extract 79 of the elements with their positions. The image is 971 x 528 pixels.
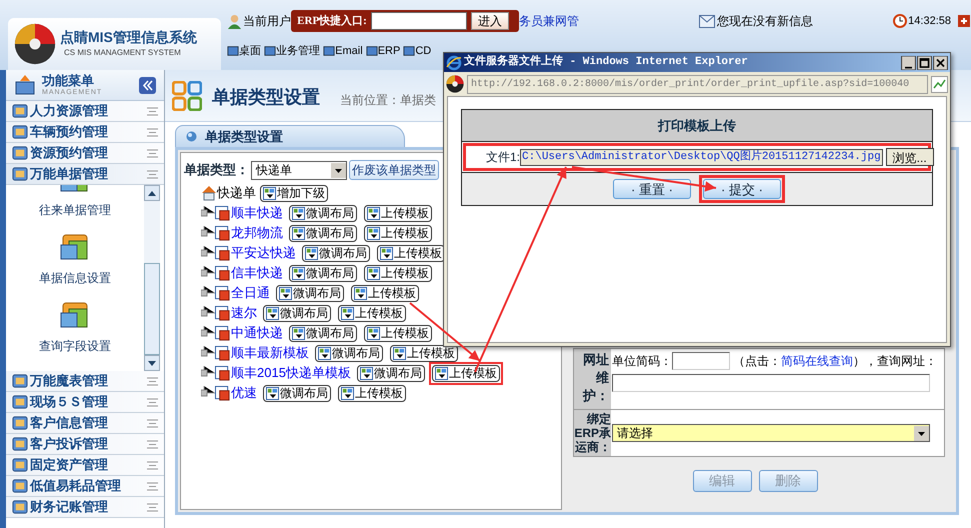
user-role-text: 务员兼网管 xyxy=(519,13,580,30)
form-label: 网址维护： xyxy=(574,349,611,409)
tree-action-button[interactable]: 上传模板 xyxy=(364,264,432,282)
tree-action-button[interactable]: 微调布局 xyxy=(302,244,370,262)
dialog-title: 文件服务器文件上传 - Windows Internet Explorer xyxy=(464,54,749,70)
tree-node-label[interactable]: 优速 xyxy=(231,383,257,403)
menu-title: 功能菜单 xyxy=(42,74,95,87)
tree-action-button[interactable]: 上传模板 xyxy=(377,244,445,262)
tree-action-button[interactable]: 微调布局 xyxy=(356,364,425,382)
menu-group-header[interactable]: 人力资源管理 xyxy=(6,101,164,122)
tree-node-label[interactable]: 平安达快递 xyxy=(231,243,296,263)
tree-node-label[interactable]: 顺丰快递 xyxy=(231,203,283,223)
message-text: 您现在没有新信息 xyxy=(717,13,814,30)
code-lookup-link[interactable]: 简码在线查询 xyxy=(781,352,853,370)
tree-action-button[interactable]: 上传模板 xyxy=(338,384,406,402)
menu-group-header[interactable]: 资源预约管理 xyxy=(6,143,164,164)
hint-text: ），查询网址： xyxy=(853,353,937,370)
nav-item[interactable]: 业务管理 xyxy=(276,42,320,60)
menu-group-header[interactable]: 财务记账管理 xyxy=(6,497,164,518)
clock-time: 14:32:58 xyxy=(908,14,951,29)
tree-action-button[interactable]: 微调布局 xyxy=(263,304,331,322)
browse-button[interactable]: 浏览... xyxy=(886,148,934,166)
tree-action-button[interactable]: 微调布局 xyxy=(289,264,357,282)
tree-node-label[interactable]: 全日通 xyxy=(231,283,270,303)
tree-node-label[interactable]: 龙邦物流 xyxy=(231,223,283,243)
void-type-button[interactable]: 作废该单据类型 xyxy=(349,160,439,180)
breadcrumb: 当前位置：单据类 xyxy=(340,92,436,109)
menu-group-header[interactable]: 万能单据管理 xyxy=(6,164,164,185)
nav-item[interactable]: Email xyxy=(335,42,363,60)
menu-group-header[interactable]: 固定资产管理 xyxy=(6,455,164,476)
menu-group-header[interactable]: 低值易耗品管理 xyxy=(6,476,164,497)
tree-node-label[interactable]: 顺丰最新模板 xyxy=(231,343,309,363)
dialog-heading: 打印模板上传 xyxy=(658,116,736,135)
dialog-button[interactable]: · 提交 · xyxy=(703,179,781,199)
tree-action-button[interactable]: 上传模板 xyxy=(364,324,432,342)
menu-group-header[interactable]: 万能魔表管理 xyxy=(6,371,164,392)
code-label: 单位简码： xyxy=(612,353,672,370)
nav-item[interactable]: ERP xyxy=(378,42,400,60)
hint-text: （点击： xyxy=(733,353,781,370)
erp-entry-label: ERP快捷入口: xyxy=(297,14,367,29)
carrier-select[interactable]: 请选择 xyxy=(612,424,930,442)
tree-node-label[interactable]: 中通快递 xyxy=(231,323,283,343)
logo-title: 点睛MIS管理信息系统 xyxy=(60,29,197,47)
tree-root-label[interactable]: 快递单 xyxy=(217,183,256,203)
logo-subtitle: CS MIS MANAGMENT SYSTEM xyxy=(63,46,182,59)
address-bar: http://192.168.0.2:8000/mis/order_print/order_print_upfile.asp?sid=100040 xyxy=(467,74,928,94)
tree-action-button[interactable]: 上传模板 xyxy=(390,344,458,362)
tree-action-button[interactable]: 微调布局 xyxy=(315,344,383,362)
enter-button[interactable]: 进入 xyxy=(470,12,509,30)
type-label: 单据类型： xyxy=(184,161,249,180)
tree-action-button[interactable]: 微调布局 xyxy=(289,204,357,222)
tree-action-button[interactable]: 微调布局 xyxy=(289,324,357,342)
tree-node-label[interactable]: 顺丰2015快递单模板 xyxy=(231,363,351,383)
tree-node-label[interactable]: 信丰快递 xyxy=(231,263,283,283)
tree-action-button[interactable]: 上传模板 xyxy=(364,224,432,242)
module-link[interactable]: 往来单据管理 xyxy=(39,201,111,219)
form-label: 绑定ERP承运商： xyxy=(574,410,611,456)
dialog-button[interactable]: · 重置 · xyxy=(613,179,691,199)
tree-action-button[interactable]: 上传模板 xyxy=(364,204,432,222)
menu-group-header[interactable]: 车辆预约管理 xyxy=(6,122,164,143)
page-title: 单据类型设置 xyxy=(212,86,320,109)
tree-action-button[interactable]: 微调布局 xyxy=(289,224,357,242)
type-select[interactable]: 快递单 xyxy=(251,160,347,180)
file-label: 文件1: xyxy=(486,149,520,166)
nav-item[interactable]: CD xyxy=(415,42,432,60)
tree-action-button[interactable]: 增加下级 xyxy=(260,184,328,202)
tree-action-button[interactable]: 上传模板 xyxy=(338,304,406,322)
menu-group-header[interactable]: 客户投诉管理 xyxy=(6,434,164,455)
nav-item[interactable]: 桌面 xyxy=(239,42,262,60)
menu-group-header[interactable]: 客户信息管理 xyxy=(6,413,164,434)
tree-action-button[interactable]: 微调布局 xyxy=(276,284,344,302)
tree-action-button[interactable]: 微调布局 xyxy=(263,384,331,402)
current-user-label: 当前用户 xyxy=(243,13,292,30)
menu-group-header[interactable]: 现场５Ｓ管理 xyxy=(6,392,164,413)
module-link[interactable]: 单据信息设置 xyxy=(39,269,111,287)
file-path-field[interactable]: C:\Users\Administrator\Desktop\QQ图片20151127142234.jpg xyxy=(520,148,883,166)
module-link[interactable]: 查询字段设置 xyxy=(39,337,111,355)
tree-action-button[interactable]: 上传模板 xyxy=(351,284,419,302)
tree-node-label[interactable]: 速尔 xyxy=(231,303,257,323)
